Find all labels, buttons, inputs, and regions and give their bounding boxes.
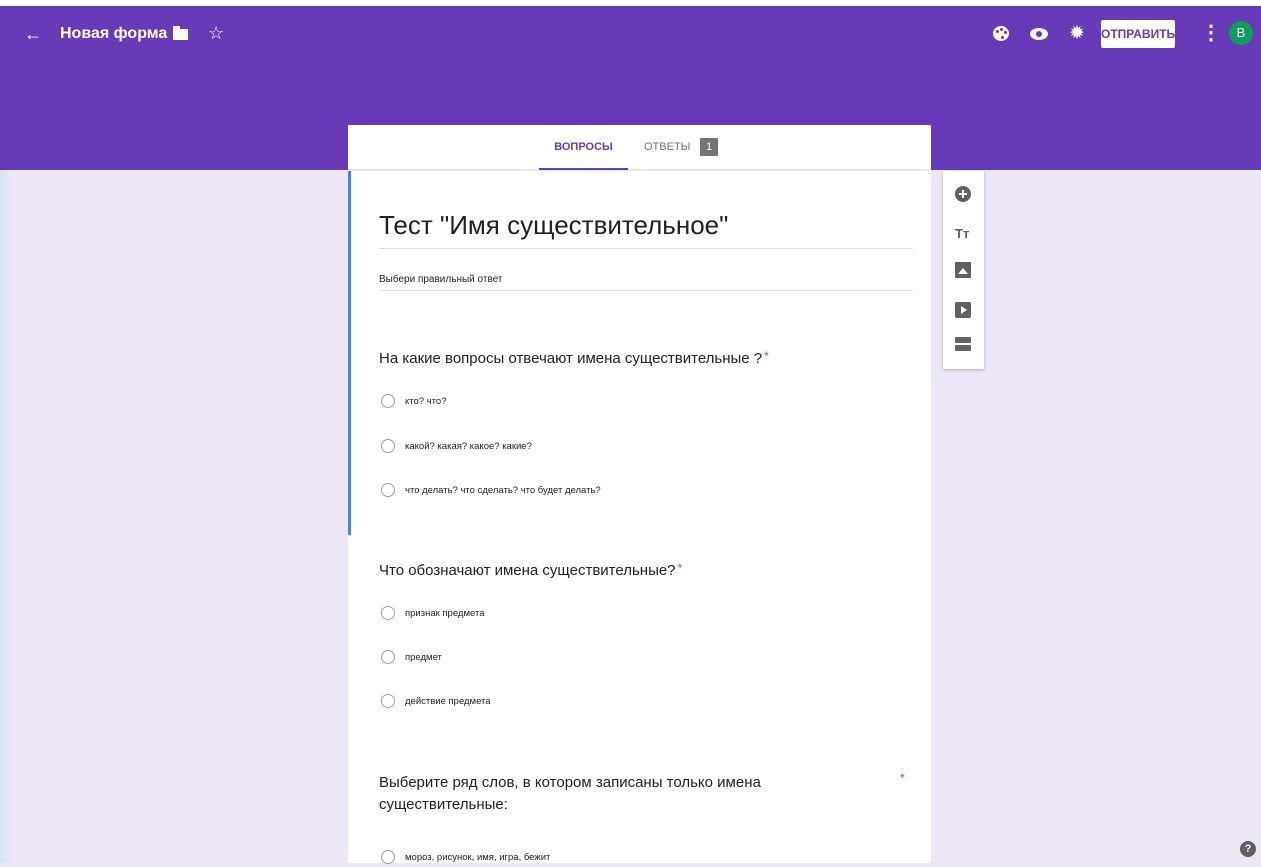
tabs-bar: ВОПРОСЫ ОТВЕТЫ 1 [348, 125, 931, 170]
tab-questions[interactable]: ВОПРОСЫ [539, 125, 628, 170]
tab-answers-label: ОТВЕТЫ [644, 141, 691, 153]
palette-dot [1004, 31, 1007, 34]
required-asterisk: * [677, 561, 683, 575]
add-video-icon[interactable] [955, 302, 971, 318]
required-asterisk: * [764, 349, 769, 363]
preview-eye-icon[interactable] [1030, 25, 1048, 43]
help-icon[interactable]: ? [1240, 841, 1256, 857]
avatar[interactable]: B [1229, 21, 1253, 45]
required-asterisk: * [900, 771, 905, 785]
radio-button[interactable] [381, 694, 395, 708]
radio-button[interactable] [381, 394, 395, 408]
question-2-title[interactable]: Что обозначают имена существительные? * [379, 560, 879, 582]
form-card: Тест "Имя существительное" Выбери правил… [348, 171, 931, 864]
radio-button[interactable] [381, 483, 395, 497]
option-label: действие предмета [405, 696, 491, 707]
option-label: какой? какая? какое? какие? [405, 441, 532, 452]
form-title[interactable]: Тест "Имя существительное" [379, 208, 728, 242]
option-label: предмет [405, 652, 442, 663]
add-question-icon[interactable] [955, 186, 971, 202]
side-toolbar: Tт [943, 171, 984, 369]
description-underline [379, 290, 913, 291]
add-image-icon[interactable] [955, 262, 971, 278]
option-label: мороз, рисунок, имя, игра, бежит [405, 852, 551, 863]
add-title-icon[interactable]: Tт [955, 226, 971, 242]
eye-pupil [1036, 31, 1042, 37]
add-section-icon[interactable] [955, 337, 971, 351]
answers-count-badge: 1 [700, 138, 718, 156]
star-icon[interactable]: ☆ [208, 22, 224, 44]
option-label: признак предмета [405, 608, 485, 619]
active-section-accent [348, 171, 351, 535]
form-description[interactable]: Выбери правильный ответ [379, 273, 502, 287]
form-name[interactable]: Новая форма [60, 24, 167, 44]
send-button[interactable]: ОТПРАВИТЬ [1101, 20, 1175, 48]
more-menu-icon[interactable]: ⋮ [1201, 22, 1221, 44]
back-arrow-icon[interactable]: ← [24, 24, 42, 44]
question-text: Что обозначают имена существительные? [379, 562, 676, 579]
question-1-title[interactable]: На какие вопросы отвечают имена существи… [379, 348, 879, 370]
background-edge [0, 170, 12, 863]
option-label: что делать? что сделать? что будет делат… [405, 485, 601, 496]
palette-dot [996, 30, 999, 33]
radio-button[interactable] [381, 606, 395, 620]
tab-answers[interactable]: ОТВЕТЫ 1 [644, 125, 726, 170]
question-3-title[interactable]: Выберите ряд слов, в котором записаны то… [379, 772, 799, 816]
question-text: На какие вопросы отвечают имена существи… [379, 350, 763, 367]
radio-button[interactable] [381, 650, 395, 664]
title-underline [379, 248, 913, 249]
radio-button[interactable] [381, 439, 395, 453]
palette-dot [1001, 36, 1004, 39]
palette-icon[interactable] [992, 25, 1010, 43]
palette-dot [1000, 28, 1003, 31]
radio-button[interactable] [381, 850, 395, 864]
settings-gear-icon[interactable]: ✹ [1068, 24, 1086, 43]
top-bar: ← Новая форма ☆ ✹ ОТПРАВИТЬ ⋮ B [0, 12, 1261, 62]
option-label: кто? что? [405, 396, 447, 407]
folder-icon[interactable] [173, 26, 188, 40]
